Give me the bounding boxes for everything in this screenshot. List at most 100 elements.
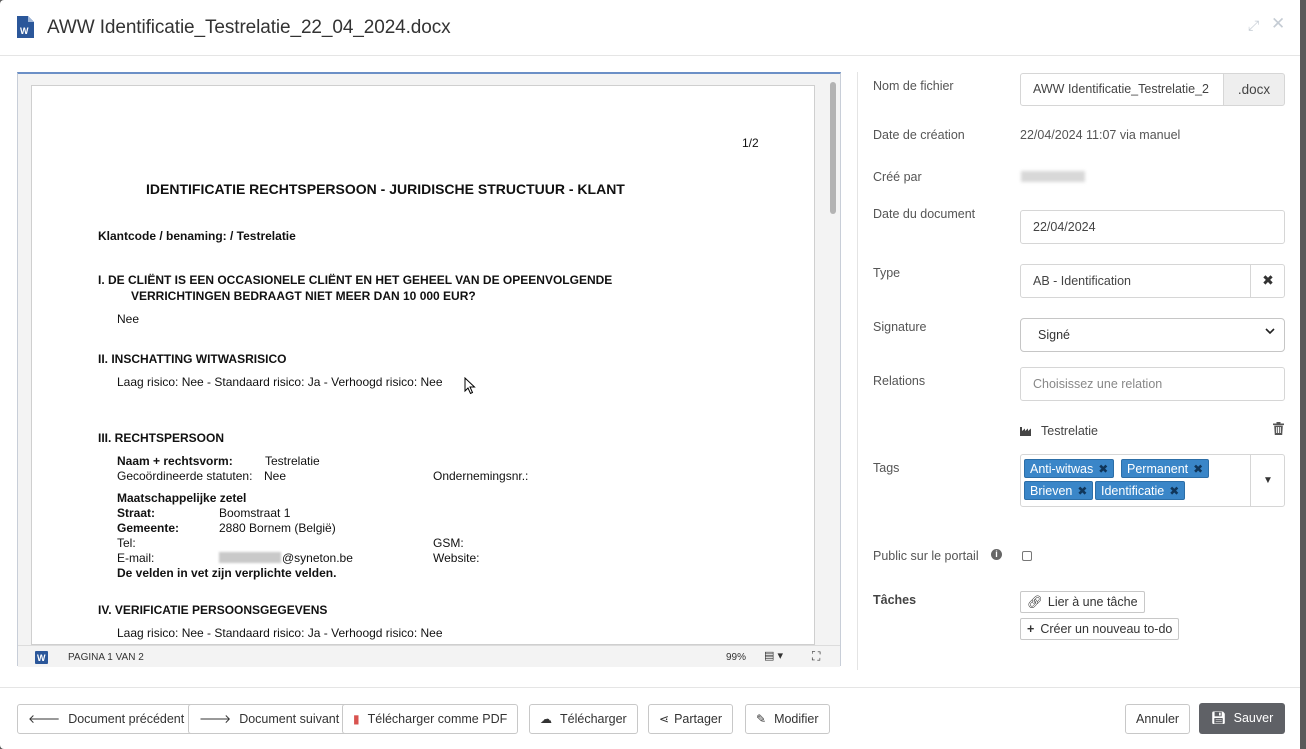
- view-mode-icon[interactable]: ▤ ▾: [764, 649, 783, 662]
- cloud-download-icon: ☁: [540, 712, 552, 726]
- document-date-label: Date du document: [873, 207, 976, 221]
- next-document-button[interactable]: 🡒 Document suivant: [188, 704, 351, 734]
- doc-section4-title: IV. VERIFICATIE PERSOONSGEGEVENS: [98, 603, 328, 617]
- remove-tag-icon[interactable]: ✖: [1098, 462, 1108, 476]
- arrow-right-icon: 🡒: [199, 712, 232, 726]
- save-button[interactable]: 💾︎ Sauver: [1199, 703, 1285, 734]
- doc-client-line: Klantcode / benaming: / Testrelatie: [98, 229, 296, 243]
- doc-gsm-label: GSM:: [433, 536, 464, 550]
- previous-document-label: Document précédent: [68, 712, 185, 726]
- link-icon: 🔗︎: [1027, 595, 1043, 609]
- remove-tag-icon[interactable]: ✖: [1169, 484, 1179, 498]
- download-label: Télécharger: [560, 712, 627, 726]
- link-task-label: Lier à une tâche: [1047, 595, 1138, 609]
- created-date-label: Date de création: [873, 128, 965, 142]
- preview-statusbar: W PAGINA 1 VAN 2 99% ▤ ▾ ⛶: [18, 645, 840, 667]
- redacted-email-blur: [219, 552, 281, 563]
- edit-button[interactable]: ✎ Modifier: [745, 704, 830, 734]
- doc-email-label: E-mail:: [117, 551, 155, 565]
- doc-tel-label: Tel:: [117, 536, 136, 550]
- fit-screen-icon[interactable]: ⛶: [812, 649, 820, 664]
- page-info: PAGINA 1 VAN 2: [68, 652, 144, 663]
- relation-item-label[interactable]: Testrelatie: [1041, 424, 1098, 438]
- mouse-cursor-icon: [464, 377, 476, 395]
- word-document-icon: W: [17, 16, 34, 38]
- chevron-down-icon: [1265, 328, 1275, 335]
- document-page: 1/2 IDENTIFICATIE RECHTSPERSOON - JURIDI…: [31, 85, 815, 645]
- panel-divider: [857, 72, 858, 670]
- relations-label: Relations: [873, 374, 926, 388]
- redacted-user-blur: [1021, 171, 1085, 182]
- doc-section4-text: Laag risico: Nee - Standaard risico: Ja …: [117, 626, 443, 640]
- modal-title: AWW Identificatie_Testrelatie_22_04_2024…: [47, 17, 451, 38]
- relations-input[interactable]: Choisissez une relation: [1020, 367, 1285, 401]
- tag-label: Permanent: [1127, 462, 1189, 476]
- tag-chip: Anti-witwas ✖: [1024, 459, 1115, 478]
- save-label: Sauver: [1233, 711, 1274, 725]
- remove-tag-icon[interactable]: ✖: [1193, 462, 1203, 476]
- doc-city-label: Gemeente:: [117, 521, 180, 535]
- tag-chip: Permanent ✖: [1121, 459, 1210, 478]
- edit-label: Modifier: [774, 712, 819, 726]
- doc-city-value: 2880 Bornem (België): [219, 521, 336, 535]
- doc-section2-text: Laag risico: Nee - Standaard risico: Ja …: [117, 375, 443, 389]
- signature-label: Signature: [873, 320, 927, 334]
- doc-statutes-label: Gecoördineerde statuten:: [117, 469, 253, 483]
- download-pdf-button[interactable]: ▮ Télécharger comme PDF: [342, 704, 519, 734]
- tag-label: Identificatie: [1101, 484, 1165, 498]
- document-date-input[interactable]: 22/04/2024: [1020, 210, 1285, 244]
- doc-section2-title: II. INSCHATTING WITWASRISICO: [98, 352, 287, 366]
- remove-tag-icon[interactable]: ✖: [1077, 484, 1087, 498]
- share-label: Partager: [674, 712, 723, 726]
- svg-text:W: W: [37, 653, 46, 663]
- doc-page-number: 1/2: [742, 136, 759, 150]
- next-document-label: Document suivant: [239, 712, 340, 726]
- expand-icon[interactable]: ⤢: [1248, 17, 1259, 34]
- tags-dropdown-icon[interactable]: ▼: [1250, 454, 1285, 507]
- doc-section3-title: III. RECHTSPERSOON: [98, 431, 225, 445]
- save-icon: 💾︎: [1210, 711, 1227, 725]
- cancel-label: Annuler: [1136, 712, 1180, 726]
- doc-name-label: Naam + rechtsvorm:: [117, 454, 233, 468]
- zoom-level[interactable]: 99%: [726, 652, 746, 663]
- info-icon[interactable]: i: [991, 549, 1002, 560]
- preview-scrollbar[interactable]: [830, 82, 836, 214]
- share-button[interactable]: ⋖ Partager: [648, 704, 734, 734]
- created-by-label: Créé par: [873, 170, 922, 184]
- doc-street-label: Straat:: [117, 506, 156, 520]
- previous-document-button[interactable]: 🡐 Document précédent: [17, 704, 196, 734]
- tasks-label: Tâches: [873, 593, 917, 607]
- factory-icon: [1020, 427, 1031, 436]
- backdrop-edge: [1300, 0, 1306, 749]
- filename-extension: .docx: [1223, 73, 1285, 106]
- filename-input[interactable]: AWW Identificatie_Testrelatie_2: [1020, 73, 1224, 106]
- filename-label: Nom de fichier: [873, 79, 954, 93]
- trash-icon[interactable]: [1273, 422, 1284, 435]
- doc-email-value: @syneton.be: [282, 551, 353, 565]
- doc-website-label: Website:: [433, 551, 480, 565]
- doc-enterprise-label: Ondernemingsnr.:: [433, 469, 529, 483]
- cancel-button[interactable]: Annuler: [1125, 704, 1191, 734]
- share-icon: ⋖: [659, 712, 670, 726]
- doc-street-value: Boomstraat 1: [219, 506, 291, 520]
- close-icon[interactable]: ✕: [1271, 14, 1285, 34]
- download-button[interactable]: ☁ Télécharger: [529, 704, 638, 734]
- doc-section1-line2: VERRICHTINGEN BEDRAAGT NIET MEER DAN 10 …: [131, 289, 476, 303]
- word-app-icon: W: [35, 651, 48, 664]
- created-date-value: 22/04/2024 11:07 via manuel: [1020, 128, 1181, 142]
- arrow-left-icon: 🡐: [28, 712, 61, 726]
- document-preview[interactable]: 1/2 IDENTIFICATIE RECHTSPERSOON - JURIDI…: [17, 72, 841, 667]
- create-todo-button[interactable]: + Créer un nouveau to-do: [1020, 618, 1180, 640]
- clear-type-icon[interactable]: ✖: [1250, 264, 1285, 298]
- link-task-button[interactable]: 🔗︎ Lier à une tâche: [1020, 591, 1145, 613]
- relations-placeholder: Choisissez une relation: [1033, 377, 1163, 391]
- portal-label: Public sur le portail: [873, 549, 979, 563]
- tags-label: Tags: [873, 461, 900, 475]
- download-pdf-label: Télécharger comme PDF: [367, 712, 508, 726]
- tag-chip: Identificatie ✖: [1095, 481, 1186, 500]
- type-select[interactable]: AB - Identification: [1020, 264, 1285, 298]
- signature-select[interactable]: Signé: [1020, 318, 1285, 352]
- tag-label: Brieven: [1030, 484, 1073, 498]
- portal-checkbox[interactable]: [1022, 551, 1032, 561]
- tag-chip: Brieven ✖: [1024, 481, 1094, 500]
